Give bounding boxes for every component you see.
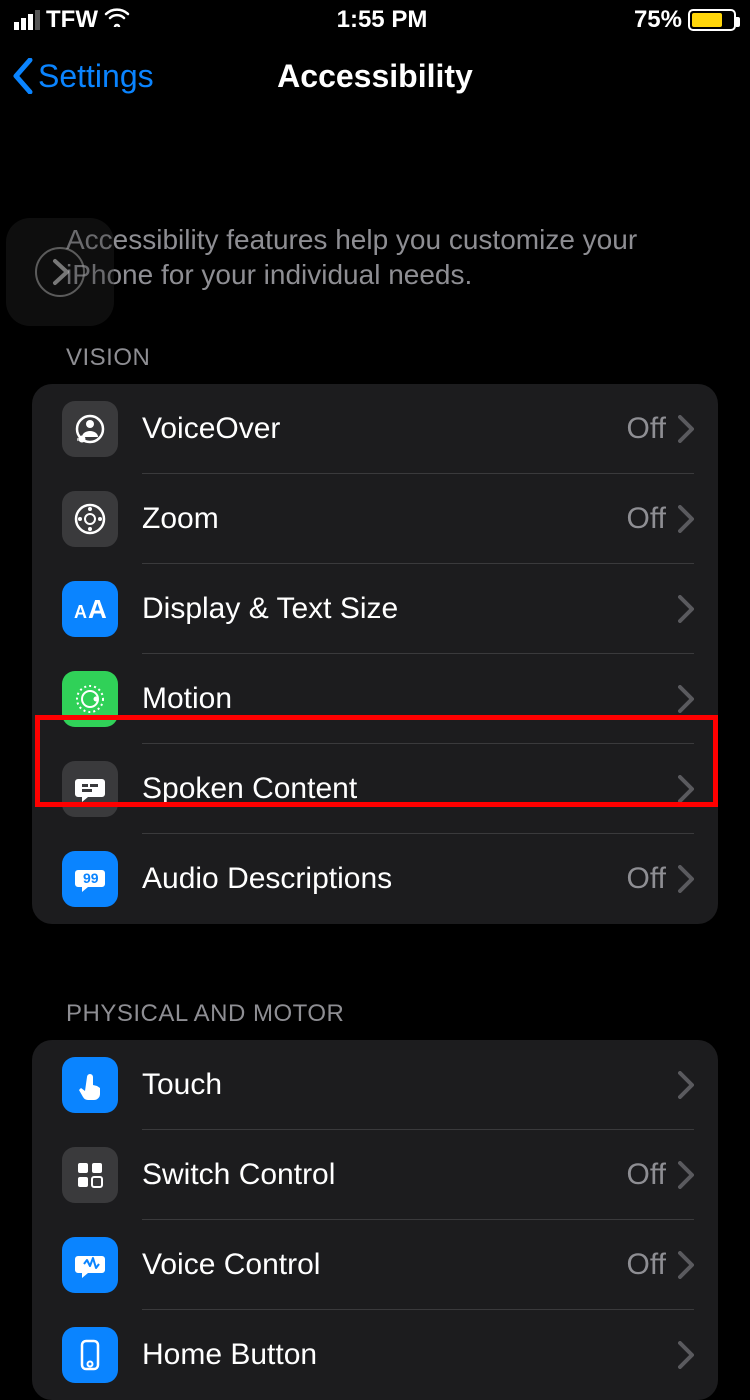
chevron-right-icon (678, 1251, 694, 1279)
chevron-right-icon (35, 247, 85, 297)
svg-text:99: 99 (83, 870, 99, 886)
row-value: Off (627, 1248, 666, 1282)
battery-percent: 75% (634, 6, 682, 34)
chevron-right-icon (678, 595, 694, 623)
chevron-right-icon (678, 1071, 694, 1099)
touch-icon (62, 1057, 118, 1113)
row-home-button[interactable]: Home Button (32, 1310, 718, 1400)
chevron-right-icon (678, 1341, 694, 1369)
nav-bar: Settings Accessibility (0, 40, 750, 112)
row-spoken-content[interactable]: Spoken Content (32, 744, 718, 834)
switch-control-icon (62, 1147, 118, 1203)
voice-control-icon (62, 1237, 118, 1293)
row-label: Zoom (142, 502, 219, 536)
text-size-icon: AA (62, 581, 118, 637)
section-header-vision: VISION (0, 332, 750, 384)
status-left: TFW (14, 6, 130, 34)
row-motion[interactable]: Motion (32, 654, 718, 744)
chevron-right-icon (678, 775, 694, 803)
wifi-icon (104, 7, 130, 33)
zoom-icon (62, 491, 118, 547)
group-physical: Touch Switch Control Off Voice Control O… (32, 1040, 718, 1400)
chevron-right-icon (678, 685, 694, 713)
row-value: Off (627, 502, 666, 536)
row-voice-control[interactable]: Voice Control Off (32, 1220, 718, 1310)
row-switch-control[interactable]: Switch Control Off (32, 1130, 718, 1220)
chevron-right-icon (678, 865, 694, 893)
audio-descriptions-icon: 99 (62, 851, 118, 907)
row-audio-descriptions[interactable]: 99 Audio Descriptions Off (32, 834, 718, 924)
row-label: Display & Text Size (142, 592, 398, 626)
row-label: Touch (142, 1068, 222, 1102)
row-label: VoiceOver (142, 412, 280, 446)
assistive-touch-button[interactable] (6, 218, 114, 326)
row-value: Off (627, 862, 666, 896)
row-label: Voice Control (142, 1248, 320, 1282)
row-label: Home Button (142, 1338, 317, 1372)
signal-icon (14, 10, 40, 30)
row-label: Audio Descriptions (142, 862, 392, 896)
row-label: Switch Control (142, 1158, 335, 1192)
row-touch[interactable]: Touch (32, 1040, 718, 1130)
chevron-left-icon (12, 58, 34, 94)
chevron-right-icon (678, 415, 694, 443)
home-button-icon (62, 1327, 118, 1383)
back-button[interactable]: Settings (12, 58, 154, 95)
row-value: Off (627, 412, 666, 446)
group-vision: VoiceOver Off Zoom Off AA Display & Text… (32, 384, 718, 924)
svg-text:A: A (88, 594, 107, 624)
row-zoom[interactable]: Zoom Off (32, 474, 718, 564)
row-voiceover[interactable]: VoiceOver Off (32, 384, 718, 474)
page-title: Accessibility (277, 58, 473, 95)
svg-text:A: A (74, 602, 87, 622)
spoken-content-icon (62, 761, 118, 817)
voiceover-icon (62, 401, 118, 457)
back-label: Settings (38, 58, 154, 95)
carrier-label: TFW (46, 6, 98, 34)
status-right: 75% (634, 6, 736, 34)
row-display-text-size[interactable]: AA Display & Text Size (32, 564, 718, 654)
status-time: 1:55 PM (337, 6, 428, 34)
section-header-physical: PHYSICAL AND MOTOR (0, 988, 750, 1040)
row-label: Spoken Content (142, 772, 357, 806)
status-bar: TFW 1:55 PM 75% (0, 0, 750, 40)
chevron-right-icon (678, 1161, 694, 1189)
motion-icon (62, 671, 118, 727)
battery-icon (688, 9, 736, 31)
chevron-right-icon (678, 505, 694, 533)
row-label: Motion (142, 682, 232, 716)
row-value: Off (627, 1158, 666, 1192)
